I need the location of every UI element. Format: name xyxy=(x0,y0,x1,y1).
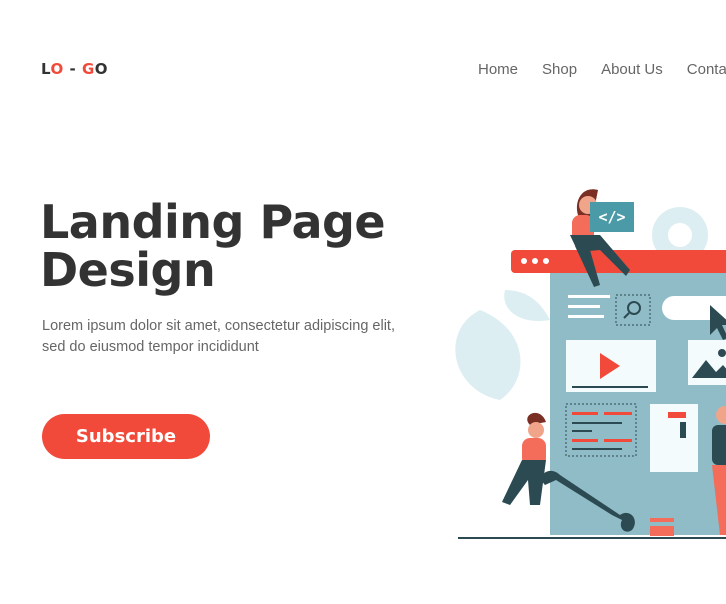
hero-illustration: </> xyxy=(455,189,726,539)
nav-about-us[interactable]: About Us xyxy=(601,61,663,78)
hero-title-line-2: Design xyxy=(40,243,216,297)
logo-letter-g: G xyxy=(81,60,95,78)
hero-description: Lorem ipsum dolor sit amet, consectetur … xyxy=(42,318,395,355)
main-nav: Home Shop About Us Conta xyxy=(478,61,726,78)
logo[interactable]: LO - GO xyxy=(41,60,108,78)
logo-dash: - xyxy=(63,60,82,78)
logo-letter-l: L xyxy=(41,60,51,78)
hero-title-line-1: Landing Page xyxy=(40,195,386,249)
logo-letter-o-2: O xyxy=(94,60,109,78)
leaf-decoration xyxy=(455,310,521,400)
nav-contact[interactable]: Conta xyxy=(687,61,726,78)
logo-letter-o: O xyxy=(50,60,64,78)
nav-home[interactable]: Home xyxy=(478,61,518,78)
subscribe-button[interactable]: Subscribe xyxy=(42,414,210,459)
nav-shop[interactable]: Shop xyxy=(542,61,577,78)
code-icon: </> xyxy=(598,208,625,226)
hero-title: Landing Page Design xyxy=(40,195,386,297)
leaf-decoration-2 xyxy=(504,290,550,321)
